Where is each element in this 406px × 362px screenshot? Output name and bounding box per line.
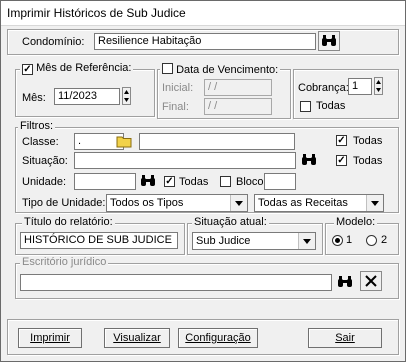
- print-dialog: Imprimir Históricos de Sub Judice Condom…: [0, 0, 406, 362]
- condominio-panel: Condomínio: Resilience Habitação: [7, 29, 399, 55]
- situacao-atual-panel: Situação atual: Sub Judice: [187, 216, 323, 255]
- data-vencimento-panel: Data de Vencimento: Inicial: / / Final: …: [157, 62, 291, 119]
- folder-button[interactable]: [114, 131, 134, 151]
- unidade-input[interactable]: [74, 173, 136, 190]
- binoculars-button[interactable]: [318, 31, 340, 51]
- modelo-panel: Modelo: 1 2: [325, 216, 399, 255]
- data-vencimento-checkbox[interactable]: [162, 63, 173, 74]
- binoculars-icon: [338, 276, 352, 287]
- final-input[interactable]: / /: [204, 98, 272, 115]
- modelo-opt1-label: 1: [346, 234, 353, 246]
- situacao-todas-label: Todas: [353, 155, 383, 167]
- cobranca-todas-label: Todas: [316, 100, 346, 112]
- spin-arrows-icon: [376, 80, 381, 92]
- inicial-input[interactable]: / /: [204, 79, 272, 96]
- unidade-todas-label: Todas: [179, 176, 209, 188]
- mes-spinner[interactable]: [122, 87, 131, 105]
- classe-todas-label: Todas: [353, 135, 383, 147]
- mes-referencia-panel: ✓ Mês de Referência: Mês: 11/2023: [15, 62, 155, 117]
- tipo-unidade-label: Tipo de Unidade:: [22, 197, 106, 209]
- classe-label: Classe:: [22, 136, 59, 148]
- mes-referencia-label: Mês de Referência:: [36, 62, 132, 74]
- chevron-down-icon: [366, 195, 383, 211]
- cobranca-panel: Cobrança: 1 Todas: [293, 69, 399, 119]
- inicial-label: Inicial:: [162, 82, 194, 94]
- escritorio-label: Escritório jurídico: [20, 256, 109, 268]
- modelo-radio-2[interactable]: [366, 235, 377, 246]
- cobranca-spinner[interactable]: [374, 77, 383, 95]
- modelo-radio-1[interactable]: [332, 235, 343, 246]
- classe-todas-checkbox[interactable]: ✓: [336, 135, 347, 146]
- escritorio-binoculars-button[interactable]: [334, 272, 356, 292]
- titulo-label: Título do relatório:: [22, 216, 115, 228]
- imprimir-button[interactable]: Imprimir: [18, 328, 82, 348]
- condominio-input[interactable]: Resilience Habitação: [94, 33, 316, 50]
- classe-desc-input[interactable]: [139, 133, 295, 150]
- window-title: Imprimir Históricos de Sub Judice: [7, 6, 186, 20]
- data-vencimento-label: Data de Vencimento:: [176, 64, 279, 76]
- filtros-label: Filtros:: [18, 120, 55, 132]
- folder-icon: [116, 136, 132, 147]
- bloco-label: Bloco: [236, 176, 264, 188]
- close-icon: [365, 275, 377, 287]
- modelo-label: Modelo:: [334, 216, 378, 228]
- unidade-binoculars-button[interactable]: [137, 171, 159, 191]
- receitas-select[interactable]: Todas as Receitas: [254, 194, 384, 212]
- binoculars-icon: [141, 175, 155, 186]
- unidade-todas-checkbox[interactable]: ✓: [164, 176, 175, 187]
- chevron-down-icon: [230, 195, 247, 211]
- condominio-label: Condomínio:: [22, 36, 85, 48]
- configuracao-button[interactable]: Configuração: [178, 328, 258, 348]
- mes-input[interactable]: 11/2023: [54, 88, 120, 105]
- mes-referencia-checkbox[interactable]: ✓: [22, 64, 33, 75]
- escritorio-input[interactable]: [20, 274, 332, 291]
- clear-button[interactable]: [360, 271, 382, 291]
- filtros-panel: Filtros: Classe: . ✓ Todas Situação: ✓ T…: [15, 120, 399, 213]
- tipo-unidade-select[interactable]: Todos os Tipos: [106, 194, 248, 212]
- situacao-label: Situação:: [22, 155, 68, 167]
- binoculars-icon: [302, 154, 316, 165]
- titulo-input[interactable]: HISTÓRICO DE SUB JUDICE: [20, 232, 178, 249]
- cobranca-input[interactable]: 1: [348, 78, 372, 95]
- unidade-label: Unidade:: [22, 176, 67, 188]
- buttons-panel: Imprimir Visualizar Configuração Sair: [7, 319, 399, 355]
- situacao-todas-checkbox[interactable]: ✓: [336, 155, 347, 166]
- spin-arrows-icon: [124, 90, 129, 102]
- modelo-opt2-label: 2: [381, 234, 388, 246]
- binoculars-icon: [322, 35, 336, 46]
- sair-button[interactable]: Sair: [308, 328, 382, 348]
- situacao-binoculars-button[interactable]: [298, 150, 320, 170]
- title-bar: Imprimir Históricos de Sub Judice: [1, 1, 405, 26]
- cobranca-label: Cobrança:: [298, 82, 349, 94]
- bloco-input[interactable]: [264, 173, 296, 190]
- situacao-atual-label: Situação atual:: [192, 216, 269, 228]
- chevron-down-icon: [298, 233, 315, 249]
- mes-label: Mês:: [22, 92, 46, 104]
- situacao-atual-select[interactable]: Sub Judice: [192, 232, 316, 250]
- situacao-input[interactable]: [74, 152, 296, 169]
- final-label: Final:: [162, 101, 189, 113]
- escritorio-panel: Escritório jurídico: [15, 256, 399, 299]
- bloco-checkbox[interactable]: [220, 176, 231, 187]
- cobranca-todas-checkbox[interactable]: [300, 101, 311, 112]
- visualizar-button[interactable]: Visualizar: [104, 328, 170, 348]
- titulo-panel: Título do relatório: HISTÓRICO DE SUB JU…: [15, 216, 185, 255]
